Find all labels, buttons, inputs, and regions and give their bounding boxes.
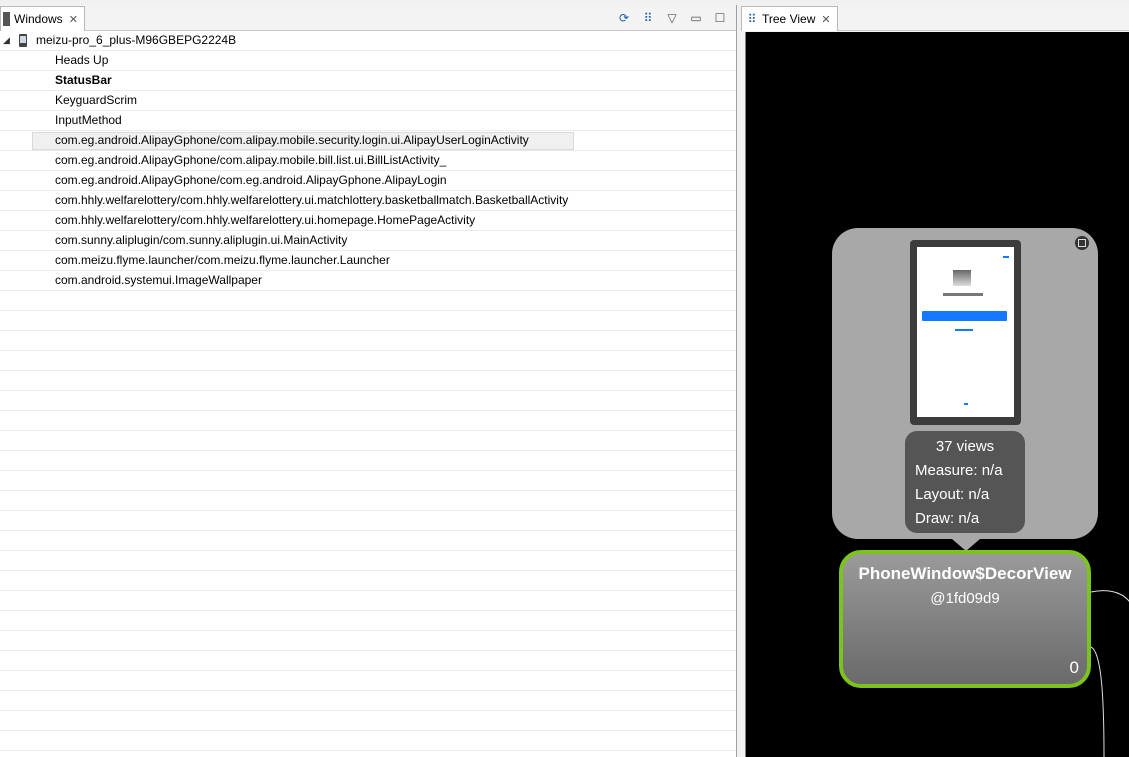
empty-row	[0, 671, 736, 691]
empty-row	[0, 391, 736, 411]
empty-row	[0, 571, 736, 591]
window-label: Heads Up	[55, 53, 109, 67]
tab-tree-view-label: Tree View	[762, 12, 816, 26]
window-row[interactable]: Heads Up	[0, 51, 736, 71]
node-class-name: PhoneWindow$DecorView	[858, 564, 1072, 583]
tree-node-decorview[interactable]: PhoneWindow$DecorView @1fd09d9 0	[839, 550, 1091, 688]
layout-time: Layout: n/a	[915, 486, 990, 503]
device-row[interactable]: ◢ meizu-pro_6_plus-M96GBEPG2224B	[0, 31, 736, 51]
maximize-icon[interactable]	[1075, 236, 1089, 250]
window-label: com.meizu.flyme.launcher/com.meizu.flyme…	[55, 253, 390, 267]
load-view-hierarchy-icon[interactable]: ⠿	[640, 10, 656, 26]
device-icon	[3, 12, 10, 26]
tab-windows[interactable]: Windows ✕	[0, 6, 85, 31]
screen-thumbnail	[917, 247, 1014, 417]
thumbnail-footer	[964, 403, 968, 405]
window-row[interactable]: KeyguardScrim	[0, 91, 736, 111]
windows-tabbar: Windows ✕ ⟳ ⠿ ▽ ▭ ☐	[0, 5, 736, 31]
empty-row	[0, 371, 736, 391]
window-label: com.eg.android.AlipayGphone/com.alipay.m…	[55, 133, 529, 147]
window-label: com.hhly.welfarelottery/com.hhly.welfare…	[55, 193, 569, 207]
windows-panel: Windows ✕ ⟳ ⠿ ▽ ▭ ☐ ◢ meizu-pro_6_plus-M…	[0, 5, 737, 757]
window-label: StatusBar	[55, 73, 112, 87]
empty-row	[0, 471, 736, 491]
windows-tree: ◢ meizu-pro_6_plus-M96GBEPG2224B Heads U…	[0, 31, 736, 757]
tree-view-panel: ⠿ Tree View ✕ 37 views Measure: n/a Layo…	[741, 5, 1129, 757]
window-row-selected[interactable]: com.eg.android.AlipayGphone/com.alipay.m…	[0, 131, 736, 151]
node-preview-card: 37 views Measure: n/a Layout: n/a Draw: …	[832, 228, 1098, 551]
window-label: InputMethod	[55, 113, 122, 127]
thumbnail-username	[943, 293, 983, 296]
window-row[interactable]: com.hhly.welfarelottery/com.hhly.welfare…	[0, 191, 736, 211]
view-count: 37 views	[935, 438, 995, 455]
thumbnail-link	[1003, 256, 1009, 258]
empty-row	[0, 311, 736, 331]
empty-row	[0, 431, 736, 451]
window-label: KeyguardScrim	[55, 93, 138, 107]
window-label: com.eg.android.AlipayGphone/com.eg.andro…	[55, 173, 447, 187]
minimize-icon[interactable]: ▭	[688, 10, 704, 26]
window-row[interactable]: com.sunny.aliplugin/com.sunny.aliplugin.…	[0, 231, 736, 251]
empty-row	[0, 291, 736, 311]
close-icon[interactable]: ✕	[821, 13, 830, 26]
empty-row	[0, 451, 736, 471]
empty-row	[0, 731, 736, 751]
thumbnail-avatar	[953, 270, 971, 286]
node-hash-id: @1fd09d9	[930, 590, 1000, 607]
window-row[interactable]: com.eg.android.AlipayGphone/com.alipay.m…	[0, 151, 736, 171]
window-label: com.hhly.welfarelottery/com.hhly.welfare…	[55, 213, 476, 227]
empty-row	[0, 691, 736, 711]
window-label: com.sunny.aliplugin/com.sunny.aliplugin.…	[55, 233, 348, 247]
empty-row	[0, 711, 736, 731]
tab-windows-label: Windows	[14, 12, 63, 26]
empty-row	[0, 331, 736, 351]
tree-view-tabbar: ⠿ Tree View ✕	[741, 5, 1129, 31]
close-icon[interactable]: ✕	[69, 13, 78, 26]
empty-row	[0, 631, 736, 651]
empty-row	[0, 411, 736, 431]
empty-row	[0, 491, 736, 511]
measure-time: Measure: n/a	[915, 462, 1003, 479]
tree-canvas[interactable]: 37 views Measure: n/a Layout: n/a Draw: …	[745, 32, 1129, 757]
refresh-icon[interactable]: ⟳	[616, 10, 632, 26]
empty-row	[0, 351, 736, 371]
empty-row	[0, 611, 736, 631]
window-row[interactable]: com.eg.android.AlipayGphone/com.eg.andro…	[0, 171, 736, 191]
tree-view-icon: ⠿	[747, 12, 757, 26]
maximize-icon[interactable]: ☐	[712, 10, 728, 26]
window-row[interactable]: com.android.systemui.ImageWallpaper	[0, 271, 736, 291]
window-row[interactable]: StatusBar	[0, 71, 736, 91]
node-index: 0	[1069, 658, 1079, 677]
empty-row	[0, 591, 736, 611]
thumbnail-link	[955, 329, 973, 331]
tab-tree-view[interactable]: ⠿ Tree View ✕	[741, 6, 838, 31]
device-name: meizu-pro_6_plus-M96GBEPG2224B	[36, 33, 237, 47]
window-row[interactable]: com.hhly.welfarelottery/com.hhly.welfare…	[0, 211, 736, 231]
thumbnail-button	[922, 311, 1007, 321]
windows-toolbar: ⟳ ⠿ ▽ ▭ ☐	[616, 8, 728, 28]
empty-row	[0, 551, 736, 571]
window-label: com.eg.android.AlipayGphone/com.alipay.m…	[55, 153, 447, 167]
view-menu-icon[interactable]: ▽	[664, 10, 680, 26]
window-row[interactable]: com.meizu.flyme.launcher/com.meizu.flyme…	[0, 251, 736, 271]
collapse-icon[interactable]: ◢	[3, 31, 10, 50]
empty-row	[0, 511, 736, 531]
empty-row	[0, 531, 736, 551]
phone-icon	[19, 34, 27, 47]
window-label: com.android.systemui.ImageWallpaper	[55, 273, 262, 287]
screen-preview	[910, 240, 1021, 425]
window-row[interactable]: InputMethod	[0, 111, 736, 131]
draw-time: Draw: n/a	[915, 510, 980, 527]
node-stats: 37 views Measure: n/a Layout: n/a Draw: …	[905, 431, 1025, 533]
empty-row	[0, 651, 736, 671]
